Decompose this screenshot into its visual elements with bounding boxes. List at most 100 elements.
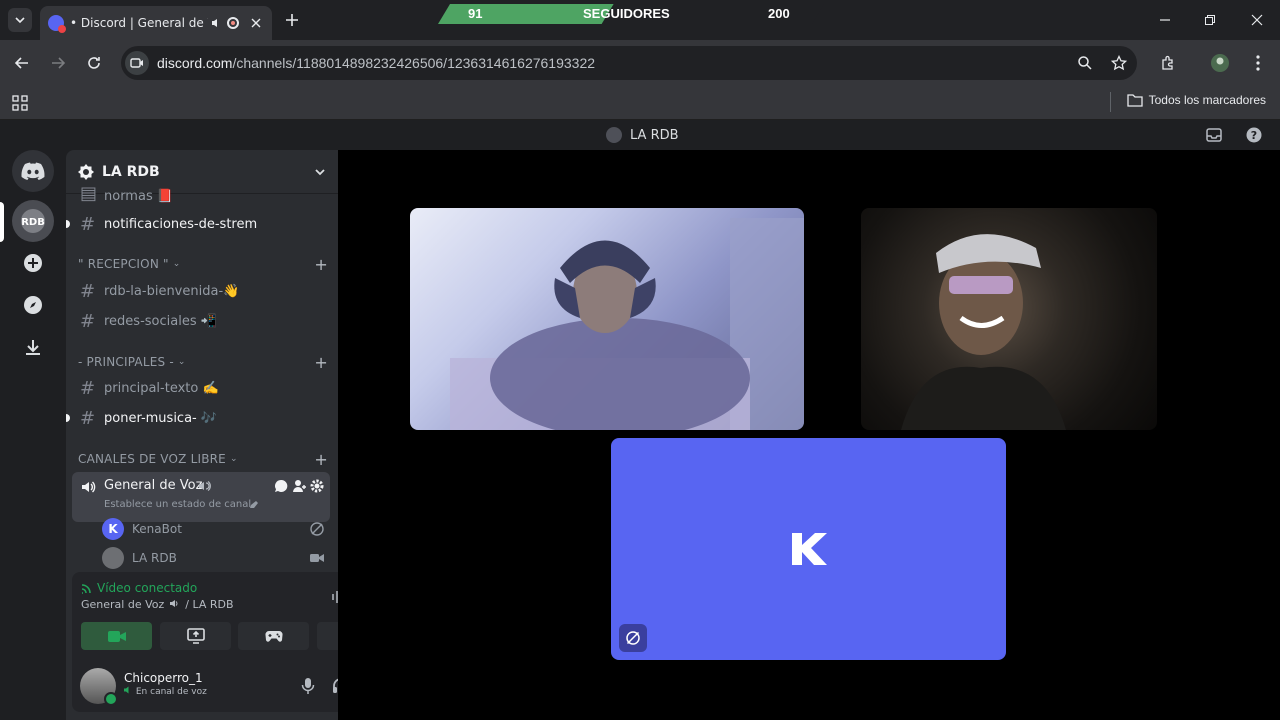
all-bookmarks-label: Todos los marcadores (1148, 93, 1266, 107)
discord-favicon-icon (48, 15, 66, 33)
download-icon (24, 338, 42, 356)
reload-button[interactable] (83, 52, 105, 74)
explore-servers-button[interactable] (12, 284, 54, 326)
channel-redes-sociales[interactable]: # redes-sociales 📲 (74, 307, 330, 335)
create-channel-plus-icon[interactable]: + (314, 450, 328, 469)
plus-circle-icon (23, 253, 43, 273)
create-channel-plus-icon[interactable]: + (314, 255, 328, 274)
svg-text:?: ? (1251, 129, 1257, 142)
close-window-button[interactable] (1247, 10, 1267, 30)
channel-label: principal-texto ✍️ (104, 380, 219, 396)
gamepad-icon (264, 629, 283, 643)
camera-off-icon (310, 522, 324, 536)
create-channel-plus-icon[interactable]: + (314, 353, 328, 372)
address-bar[interactable]: discord.com/channels/1188014898232426506… (121, 46, 1137, 80)
noise-suppression-icon[interactable] (331, 589, 338, 605)
channel-normas[interactable]: ▤ normas 📕 (74, 184, 330, 204)
speaker-small-icon (124, 686, 133, 697)
channel-sidebar: LA RDB ▤ normas 📕 # notificaciones-de-st… (66, 150, 338, 720)
site-info-icon[interactable] (125, 51, 149, 75)
camera-toggle-button[interactable] (81, 622, 152, 650)
browser-tab-discord[interactable]: • Discord | General de Voz (40, 6, 272, 40)
hash-icon: # (80, 310, 96, 332)
tab-title: • Discord | General de Voz (70, 16, 208, 30)
microphone-icon[interactable] (301, 677, 315, 695)
member-name: KenaBot (132, 522, 182, 536)
speaker-icon (80, 479, 96, 495)
voice-member-kenabot[interactable]: K KenaBot (102, 516, 330, 542)
user-panel: Chicoperro_1 En canal de voz (72, 660, 338, 712)
arrow-left-icon (14, 55, 30, 71)
server-name: LA RDB (102, 163, 160, 180)
server-rail: RDB (0, 150, 66, 720)
browser-menu-button[interactable] (1247, 52, 1269, 74)
voice-location-channel: General de Voz (81, 598, 165, 611)
invite-member-icon[interactable] (292, 479, 306, 493)
minimize-button[interactable] (1155, 10, 1175, 30)
voice-location[interactable]: General de Voz / LA RDB (81, 598, 234, 611)
user-status: En canal de voz (124, 686, 207, 697)
category-label: - PRINCIPALES - (78, 355, 174, 369)
compass-icon (23, 295, 43, 315)
user-avatar[interactable] (80, 668, 118, 706)
user-name[interactable]: Chicoperro_1 (124, 671, 203, 685)
close-tab-icon[interactable] (248, 15, 264, 31)
video-camera-icon (310, 553, 324, 563)
close-icon (1251, 14, 1263, 26)
back-button[interactable] (11, 52, 33, 74)
apps-grid-icon[interactable] (12, 95, 28, 111)
svg-text:RDB: RDB (21, 217, 45, 228)
screen-share-button[interactable] (160, 622, 231, 650)
category-canales-de-voz-libre[interactable]: CANALES DE VOZ LIBRE ⌄ + (78, 449, 328, 469)
inbox-icon[interactable] (1206, 127, 1222, 143)
gear-icon[interactable] (310, 479, 324, 493)
restore-button[interactable] (1200, 10, 1220, 30)
chat-bubble-icon[interactable] (274, 479, 288, 493)
channel-label: notificaciones-de-strem (104, 216, 258, 232)
download-apps-button[interactable] (12, 326, 54, 368)
bookmark-star-icon[interactable] (1111, 55, 1127, 71)
all-bookmarks-button[interactable]: Todos los marcadores (1126, 93, 1266, 107)
extensions-button[interactable] (1157, 52, 1179, 74)
help-icon[interactable]: ? (1246, 127, 1262, 143)
video-tile-participant-1[interactable] (410, 208, 804, 430)
pencil-icon[interactable] (249, 500, 258, 509)
channel-rdb-la-bienvenida[interactable]: # rdb-la-bienvenida-👋 (74, 277, 330, 305)
profile-button[interactable] (1209, 52, 1231, 74)
title-server: LA RDB (606, 127, 679, 143)
tab-search-button[interactable] (8, 8, 32, 32)
channel-label: rdb-la-bienvenida-👋 (104, 283, 240, 299)
voice-status-text: Vídeo conectado (97, 581, 198, 595)
video-tile-participant-2[interactable] (861, 208, 1157, 430)
rules-icon: ▤ (80, 184, 98, 204)
kenabot-logo-icon (789, 531, 829, 567)
voice-status[interactable]: Vídeo conectado (81, 581, 197, 595)
channel-principal-texto[interactable]: # principal-texto ✍️ (74, 374, 330, 402)
video-tile-kenabot[interactable] (611, 438, 1006, 660)
new-tab-button[interactable] (282, 10, 302, 30)
activities-button[interactable] (238, 622, 309, 650)
kenabot-avatar: K (102, 518, 124, 540)
voice-member-la-rdb[interactable]: LA RDB (102, 545, 330, 571)
server-la-rdb-button[interactable]: RDB (12, 200, 54, 242)
voice-channel-name: General de Voz (104, 478, 203, 493)
hash-icon: # (80, 280, 96, 302)
category-label: " RECEPCION " (78, 257, 169, 271)
channel-poner-musica[interactable]: # poner-musica- 🎶 (74, 404, 330, 432)
forward-button[interactable] (47, 52, 69, 74)
soundboard-button[interactable] (317, 622, 338, 650)
followers-goal: 200 (768, 6, 790, 21)
webcam-feed-image-2 (901, 234, 1066, 430)
direct-messages-button[interactable] (12, 150, 54, 192)
channel-status-placeholder[interactable]: Establece un estado de canal (104, 499, 251, 510)
zoom-icon[interactable] (1077, 55, 1093, 71)
channel-notificaciones-de-strem[interactable]: # notificaciones-de-strem (74, 210, 330, 238)
category-principales[interactable]: - PRINCIPALES - ⌄ + (78, 352, 328, 372)
hash-icon: # (80, 377, 96, 399)
voice-channel-general-de-voz[interactable]: General de Voz Establece un estado de ca… (72, 472, 330, 522)
category-recepcion[interactable]: " RECEPCION " ⌄ + (78, 254, 328, 274)
speaker-icon[interactable] (211, 18, 221, 28)
title-server-name: LA RDB (630, 127, 679, 143)
add-server-button[interactable] (12, 242, 54, 284)
community-server-icon (78, 163, 94, 180)
